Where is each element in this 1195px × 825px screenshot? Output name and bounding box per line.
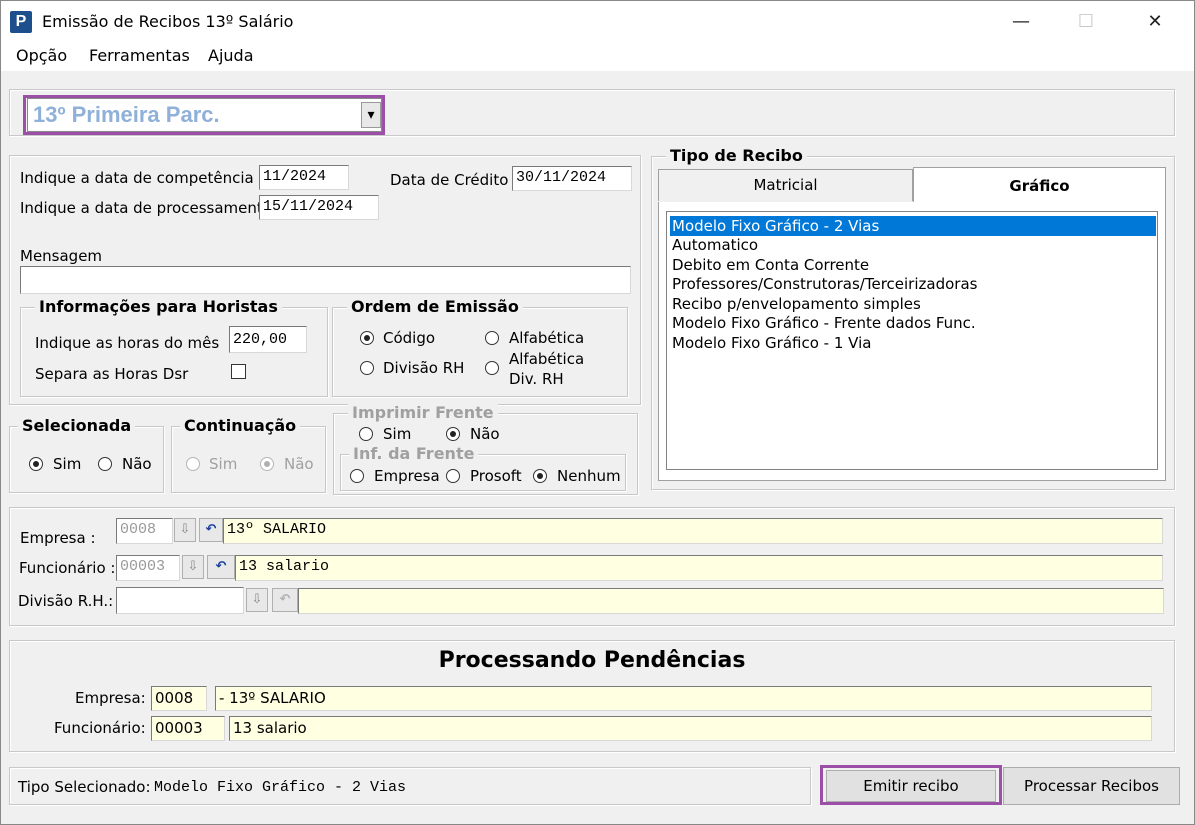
continuacao-nao-radio[interactable]	[260, 457, 274, 471]
funcionario-name-field[interactable]: 13 salario	[235, 555, 1163, 581]
list-item[interactable]: Modelo Fixo Gráfico - 2 Vias	[670, 216, 1156, 236]
selecionada-nao-radio[interactable]	[98, 457, 112, 471]
chevron-down-icon[interactable]: ▾	[361, 102, 381, 128]
frente-sim-radio[interactable]	[359, 427, 373, 441]
selecionada-nao-label: Não	[122, 455, 152, 473]
processar-recibos-button[interactable]: Processar Recibos	[1003, 767, 1180, 805]
inf-empresa-label: Empresa	[374, 467, 440, 485]
horas-label: Indique as horas do mês	[35, 334, 220, 352]
ordem-title: Ordem de Emissão	[347, 297, 523, 316]
ordem-alfabetica-label: Alfabética	[509, 329, 585, 347]
tipo-recibo-title: Tipo de Recibo	[666, 146, 807, 165]
horas-field[interactable]: 220,00	[229, 326, 307, 353]
funcionario-label: Funcionário :	[19, 559, 116, 577]
ordem-alfabetica-radio[interactable]	[485, 331, 499, 345]
list-item[interactable]: Modelo Fixo Gráfico - Frente dados Func.	[670, 313, 976, 333]
pend-funcionario-code: 00003	[151, 716, 225, 741]
ordem-divisao-radio[interactable]	[360, 361, 374, 375]
divisao-undo-icon[interactable]: ↶	[272, 588, 298, 612]
continuacao-sim-radio[interactable]	[186, 457, 200, 471]
divisao-code-field[interactable]	[116, 587, 244, 614]
continuacao-title: Continuação	[180, 416, 301, 435]
inf-nenhum-label: Nenhum	[557, 467, 621, 485]
status-value: Modelo Fixo Gráfico - 2 Vias	[154, 779, 407, 796]
list-item[interactable]: Recibo p/envelopamento simples	[670, 294, 921, 314]
title-bar: P Emissão de Recibos 13º Salário — ☐ ✕	[1, 1, 1194, 41]
continuacao-sim-label: Sim	[209, 455, 238, 473]
selecionada-title: Selecionada	[18, 416, 136, 435]
ordem-divisao-label: Divisão RH	[383, 359, 465, 377]
inf-empresa-radio[interactable]	[350, 469, 364, 483]
pend-empresa-label: Empresa:	[75, 689, 146, 707]
list-item[interactable]: Modelo Fixo Gráfico - 1 Via	[670, 333, 871, 353]
menu-ferramentas[interactable]: Ferramentas	[89, 46, 190, 65]
funcionario-undo-icon[interactable]: ↶	[207, 555, 235, 579]
list-item[interactable]: Automatico	[670, 235, 758, 255]
funcionario-lookup-icon[interactable]: ⇩	[182, 555, 204, 579]
competencia-field[interactable]: 11/2024	[259, 165, 349, 190]
selecionada-sim-radio[interactable]	[29, 457, 43, 471]
pend-empresa-code: 0008	[151, 686, 207, 711]
empresa-label: Empresa :	[20, 529, 96, 547]
ordem-alfabetica-div-radio[interactable]	[485, 361, 499, 375]
menu-bar: Opção Ferramentas Ajuda	[1, 41, 1194, 71]
continuacao-nao-label: Não	[284, 455, 314, 473]
menu-opcao[interactable]: Opção	[16, 46, 67, 65]
selecionada-sim-label: Sim	[53, 455, 82, 473]
tab-grafico[interactable]: Gráfico	[913, 167, 1166, 203]
recibo-listbox[interactable]: Modelo Fixo Gráfico - 2 Vias Automatico …	[666, 211, 1158, 470]
pend-funcionario-name: 13 salario	[229, 716, 1152, 741]
window-title: Emissão de Recibos 13º Salário	[42, 12, 294, 31]
list-item[interactable]: Professores/Construtoras/Terceirizadoras	[670, 274, 977, 294]
frente-nao-label: Não	[470, 425, 500, 443]
divisao-name-field[interactable]	[298, 588, 1164, 614]
close-button[interactable]: ✕	[1135, 7, 1175, 37]
separa-checkbox[interactable]	[231, 364, 246, 379]
ordem-codigo-radio[interactable]	[360, 331, 374, 345]
separa-label: Separa as Horas Dsr	[35, 365, 189, 383]
ordem-alfabetica-div-label-1: Alfabética	[509, 350, 585, 368]
tab-matricial[interactable]: Matricial	[658, 169, 913, 201]
divisao-lookup-icon[interactable]: ⇩	[246, 588, 268, 612]
pend-funcionario-label: Funcionário:	[54, 719, 146, 737]
emitir-recibo-button[interactable]: Emitir recibo	[826, 770, 996, 802]
processamento-field[interactable]: 15/11/2024	[259, 195, 379, 220]
mensagem-field[interactable]	[20, 266, 631, 294]
maximize-button[interactable]: ☐	[1066, 7, 1106, 37]
competencia-label: Indique a data de competência	[20, 169, 254, 187]
ordem-codigo-label: Código	[383, 329, 436, 347]
horistas-title: Informações para Horistas	[35, 297, 282, 316]
imprimir-frente-title: Imprimir Frente	[348, 403, 498, 422]
mensagem-label: Mensagem	[20, 247, 103, 265]
app-icon: P	[10, 11, 32, 33]
inf-prosoft-label: Prosoft	[470, 467, 522, 485]
parcel-select-value: 13º Primeira Parc.	[33, 102, 220, 127]
pendencias-title: Processando Pendências	[438, 648, 746, 673]
inf-frente-title: Inf. da Frente	[349, 444, 479, 463]
credito-label: Data de Crédito	[390, 171, 509, 189]
menu-ajuda[interactable]: Ajuda	[208, 46, 254, 65]
minimize-button[interactable]: —	[1001, 7, 1041, 37]
pend-empresa-name: - 13º SALARIO	[215, 686, 1152, 711]
empresa-undo-icon[interactable]: ↶	[199, 518, 223, 542]
frente-sim-label: Sim	[383, 425, 412, 443]
frente-nao-radio[interactable]	[446, 427, 460, 441]
list-item[interactable]: Debito em Conta Corrente	[670, 255, 869, 275]
status-label: Tipo Selecionado:	[18, 778, 151, 796]
ordem-alfabetica-div-label-2: Div. RH	[509, 370, 564, 388]
inf-prosoft-radio[interactable]	[446, 469, 460, 483]
empresa-code-field[interactable]: 0008	[116, 518, 173, 544]
inf-nenhum-radio[interactable]	[533, 469, 547, 483]
empresa-lookup-icon[interactable]: ⇩	[174, 518, 196, 542]
processamento-label: Indique a data de processamento	[20, 199, 272, 217]
parcel-select[interactable]: 13º Primeira Parc. ▾	[27, 98, 382, 132]
funcionario-code-field[interactable]: 00003	[116, 555, 180, 581]
credito-field[interactable]: 30/11/2024	[512, 166, 632, 191]
empresa-name-field[interactable]: 13º SALARIO	[223, 518, 1163, 544]
divisao-label: Divisão R.H.:	[18, 592, 114, 610]
